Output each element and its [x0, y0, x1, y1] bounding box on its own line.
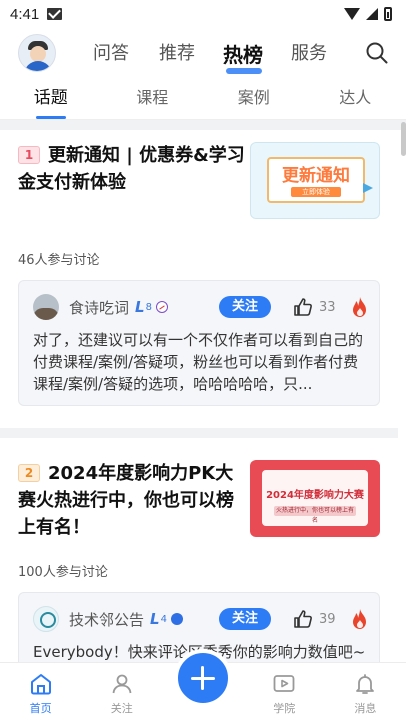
level-number: 4	[160, 613, 167, 625]
rank-badge: 2	[18, 464, 40, 482]
tab-rebang[interactable]: 热榜	[210, 39, 276, 74]
thumbnail-title: 更新通知	[282, 166, 350, 186]
nav-home[interactable]: 首页	[0, 663, 81, 722]
topic-thumbnail[interactable]: 2024年度影响力大赛 火热进行中，你也可以榜上有名	[250, 460, 380, 537]
nav-create	[162, 649, 243, 722]
thumbs-up-icon[interactable]	[293, 297, 313, 317]
video-play-icon	[273, 675, 295, 692]
tab-label: 服务	[291, 42, 327, 64]
nav-academy-label: 学院	[273, 702, 296, 715]
top-nav: 问答 推荐 热榜 服务	[0, 28, 406, 78]
paper-plane-icon	[363, 183, 373, 193]
home-icon	[30, 674, 51, 695]
topic-feed[interactable]: 1 更新通知 | 优惠券&学习金支付新体验 更新通知 立即体验 46人参与讨论 食…	[0, 120, 398, 662]
commenter-name[interactable]: 食诗吃词	[69, 297, 129, 318]
user-avatar[interactable]	[18, 34, 56, 72]
nav-academy[interactable]: 学院	[244, 663, 325, 722]
card-divider	[0, 428, 398, 438]
thumbnail-title: 2024年度影响力大赛	[266, 490, 364, 501]
scrollbar[interactable]	[401, 122, 406, 156]
subtab-cases[interactable]: 案例	[203, 78, 305, 120]
bell-icon	[356, 674, 375, 694]
thumbs-up-icon[interactable]	[293, 609, 313, 629]
thumbnail-badge: 立即体验	[291, 187, 341, 197]
level-badge: L4	[150, 610, 167, 628]
fire-icon	[353, 609, 366, 629]
tab-label: 热榜	[223, 42, 263, 67]
topic-thumbnail[interactable]: 更新通知 立即体验	[250, 142, 380, 219]
commenter-avatar[interactable]	[33, 294, 59, 320]
level-badge: L8	[135, 298, 152, 316]
topic-title-text: 更新通知 | 优惠券&学习金支付新体验	[18, 145, 245, 193]
signal-icon	[366, 8, 378, 20]
participant-count: 46人参与讨论	[18, 253, 100, 268]
top-tabs: 问答 推荐 热榜 服务	[78, 39, 342, 74]
topic-title[interactable]: 2 2024年度影响力PK大赛火热进行中，你也可以榜上有名！	[18, 460, 246, 541]
topic-card[interactable]: 2 2024年度影响力PK大赛火热进行中，你也可以榜上有名！ 2024年度影响力大…	[0, 438, 398, 662]
mail-notification-icon	[47, 8, 63, 20]
comment-header: 技术邻公告 L4 关注 39	[33, 605, 369, 633]
topic-header: 1 更新通知 | 优惠券&学习金支付新体验 更新通知 立即体验	[18, 142, 380, 219]
status-bar: 4:41	[0, 0, 406, 28]
commenter-name[interactable]: 技术邻公告	[69, 609, 144, 630]
tab-tuijian[interactable]: 推荐	[144, 39, 210, 68]
comment-header: 食诗吃词 L8 关注 33	[33, 293, 369, 321]
topic-header: 2 2024年度影响力PK大赛火热进行中，你也可以榜上有名！ 2024年度影响力大…	[18, 460, 380, 541]
follow-button[interactable]: 关注	[219, 296, 271, 318]
topic-title[interactable]: 1 更新通知 | 优惠券&学习金支付新体验	[18, 142, 246, 219]
nav-messages-label: 消息	[354, 702, 377, 715]
verified-badge-icon	[170, 613, 183, 625]
nav-home-label: 首页	[29, 702, 52, 715]
search-icon[interactable]	[366, 42, 388, 64]
thumbnail-badge: 火热进行中，你也可以榜上有名	[274, 506, 356, 524]
fire-icon	[353, 297, 366, 317]
active-tab-indicator	[226, 67, 262, 74]
rank-badge: 1	[18, 146, 40, 164]
status-right	[344, 7, 392, 21]
tab-fuwu[interactable]: 服务	[276, 39, 342, 68]
nav-follow[interactable]: 关注	[81, 663, 162, 722]
member-badge-icon	[155, 301, 168, 313]
person-icon	[112, 674, 132, 694]
status-left: 4:41	[10, 5, 63, 23]
tab-wenda[interactable]: 问答	[78, 39, 144, 68]
subtab-experts[interactable]: 达人	[305, 78, 406, 120]
subtab-topics[interactable]: 话题	[0, 78, 102, 120]
topic-card[interactable]: 1 更新通知 | 优惠券&学习金支付新体验 更新通知 立即体验 46人参与讨论 食…	[0, 120, 398, 406]
create-plus-button[interactable]	[174, 649, 232, 707]
nav-messages[interactable]: 消息	[325, 663, 406, 722]
subtab-courses[interactable]: 课程	[102, 78, 204, 120]
follow-button[interactable]: 关注	[219, 608, 271, 630]
like-count: 39	[319, 611, 336, 627]
top-comment[interactable]: 食诗吃词 L8 关注 33 对了，还建议可以有一个不仅作者可以看到自己的付费课程…	[18, 280, 380, 406]
tab-label: 问答	[93, 42, 129, 64]
topic-title-text: 2024年度影响力PK大赛火热进行中，你也可以榜上有名！	[18, 463, 234, 538]
wifi-icon	[344, 8, 360, 20]
comment-text[interactable]: 对了，还建议可以有一个不仅作者可以看到自己的付费课程/案例/答疑项，粉丝也可以看…	[33, 329, 369, 395]
status-time: 4:41	[10, 5, 40, 23]
sub-tabs: 话题 课程 案例 达人	[0, 78, 406, 120]
like-count: 33	[319, 299, 336, 315]
nav-follow-label: 关注	[110, 702, 133, 715]
bottom-nav: 首页 关注 学院 消息	[0, 649, 406, 722]
battery-icon	[384, 7, 392, 21]
participant-count: 100人参与讨论	[18, 565, 108, 580]
commenter-avatar[interactable]	[33, 606, 59, 632]
tab-label: 推荐	[159, 42, 195, 64]
level-number: 8	[145, 301, 152, 313]
